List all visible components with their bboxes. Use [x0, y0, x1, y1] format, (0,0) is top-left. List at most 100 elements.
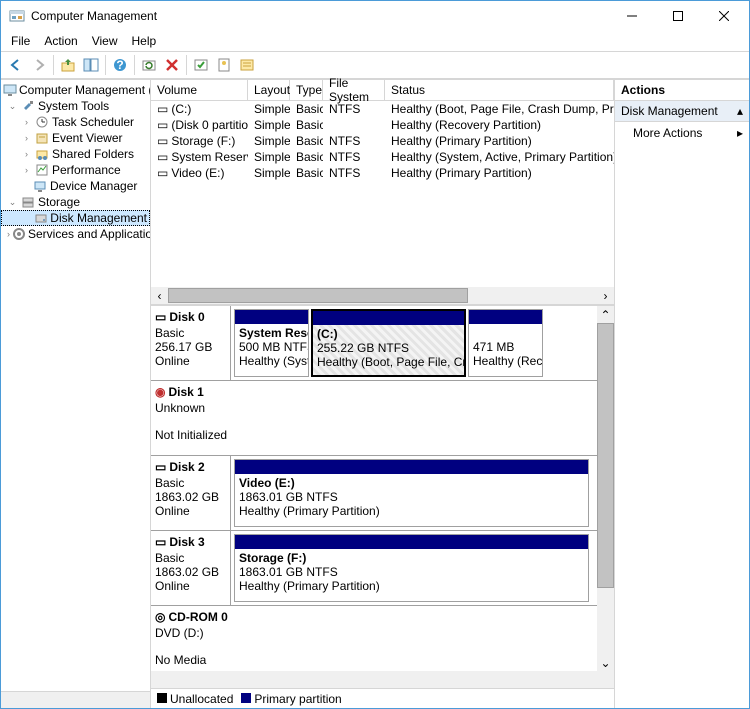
- services-icon: [12, 226, 26, 242]
- legend-primary-swatch: [241, 693, 251, 703]
- volume-row[interactable]: ▭Storage (F:) Simple Basic NTFS Healthy …: [151, 133, 614, 149]
- settings-button[interactable]: [190, 54, 212, 76]
- titlebar: Computer Management: [1, 1, 749, 31]
- disk-icon: ▭: [155, 310, 166, 324]
- volume-icon: ▭: [157, 102, 168, 116]
- tree-event-label: Event Viewer: [52, 131, 122, 145]
- delete-button[interactable]: [161, 54, 183, 76]
- partition[interactable]: Video (E:) 1863.01 GB NTFS Healthy (Prim…: [234, 459, 589, 527]
- disk-graphical-view: ▭Disk 0 Basic 256.17 GB Online System Re…: [151, 304, 614, 688]
- volume-icon: ▭: [157, 134, 168, 148]
- tree-storage-label: Storage: [38, 195, 80, 209]
- storage-icon: [20, 194, 36, 210]
- window-title: Computer Management: [31, 9, 609, 23]
- tree-diskmgmt[interactable]: Disk Management: [1, 210, 150, 226]
- expand-icon[interactable]: ›: [21, 133, 32, 144]
- tree-systools-label: System Tools: [38, 99, 109, 113]
- tree-perf[interactable]: › Performance: [1, 162, 150, 178]
- volume-row[interactable]: ▭System Reserved Simple Basic NTFS Healt…: [151, 149, 614, 165]
- svg-text:?: ?: [116, 58, 123, 72]
- tree-event[interactable]: › Event Viewer: [1, 130, 150, 146]
- tree-storage[interactable]: ⌄ Storage: [1, 194, 150, 210]
- menu-help[interactable]: Help: [126, 32, 163, 50]
- disk-corner: [151, 671, 614, 688]
- tree-hscrollbar[interactable]: [1, 691, 150, 708]
- col-status[interactable]: Status: [385, 80, 614, 100]
- partition[interactable]: 471 MB Healthy (Recove: [468, 309, 543, 377]
- actions-section[interactable]: Disk Management ▴: [615, 101, 749, 122]
- partition[interactable]: System Reserv 500 MB NTFS Healthy (Syste…: [234, 309, 309, 377]
- legend-unalloc-swatch: [157, 693, 167, 703]
- expand-icon[interactable]: ›: [21, 165, 32, 176]
- tree-services-label: Services and Applications: [28, 227, 151, 241]
- close-button[interactable]: [701, 1, 747, 31]
- center-panel: Volume Layout Type File System Status ▭(…: [151, 80, 615, 708]
- menu-view[interactable]: View: [86, 32, 124, 50]
- col-volume[interactable]: Volume: [151, 80, 248, 100]
- disk-row[interactable]: ◎CD-ROM 0 DVD (D:) No Media: [151, 606, 597, 671]
- legend: Unallocated Primary partition: [151, 688, 614, 708]
- volume-header: Volume Layout Type File System Status: [151, 80, 614, 101]
- disk-icon: [33, 210, 48, 226]
- partition-selected[interactable]: (C:) 255.22 GB NTFS Healthy (Boot, Page …: [311, 309, 466, 377]
- perf-icon: [34, 162, 50, 178]
- disk-row[interactable]: ◉Disk 1 Unknown Not Initialized: [151, 381, 597, 456]
- partition[interactable]: Storage (F:) 1863.01 GB NTFS Healthy (Pr…: [234, 534, 589, 602]
- disk-info: ◎CD-ROM 0 DVD (D:) No Media: [151, 606, 597, 671]
- refresh-button[interactable]: [138, 54, 160, 76]
- minimize-button[interactable]: [609, 1, 655, 31]
- volume-row[interactable]: ▭(Disk 0 partition 3) Simple Basic Healt…: [151, 117, 614, 133]
- disk-icon: ▭: [155, 460, 166, 474]
- forward-button[interactable]: [28, 54, 50, 76]
- col-layout[interactable]: Layout: [248, 80, 290, 100]
- menu-file[interactable]: File: [5, 32, 36, 50]
- volume-row[interactable]: ▭(C:) Simple Basic NTFS Healthy (Boot, P…: [151, 101, 614, 117]
- tree-services[interactable]: › Services and Applications: [1, 226, 150, 242]
- volume-row[interactable]: ▭Video (E:) Simple Basic NTFS Healthy (P…: [151, 165, 614, 181]
- app-icon: [9, 8, 25, 24]
- disk-vscrollbar[interactable]: ⌃ ⌄: [597, 306, 614, 671]
- maximize-button[interactable]: [655, 1, 701, 31]
- clock-icon: [34, 114, 50, 130]
- actions-more[interactable]: More Actions ▸: [615, 122, 749, 144]
- tree-shared-label: Shared Folders: [52, 147, 134, 161]
- expand-icon[interactable]: ›: [21, 149, 32, 160]
- collapse-icon[interactable]: ⌄: [7, 197, 18, 208]
- tree-systools[interactable]: ⌄ System Tools: [1, 98, 150, 114]
- scroll-left-icon[interactable]: ‹: [151, 287, 168, 304]
- disk-warning-icon: ◉: [155, 385, 165, 399]
- tree-device[interactable]: Device Manager: [1, 178, 150, 194]
- collapse-icon[interactable]: ⌄: [7, 101, 18, 112]
- tree-diskmgmt-label: Disk Management: [50, 211, 147, 225]
- disk-info: ▭Disk 3 Basic 1863.02 GB Online: [151, 531, 231, 605]
- chevron-right-icon: ▸: [737, 126, 743, 140]
- volume-icon: ▭: [157, 118, 168, 132]
- scroll-down-icon[interactable]: ⌄: [597, 654, 614, 671]
- volume-hscrollbar[interactable]: ‹ ›: [151, 287, 614, 304]
- tree-root-label: Computer Management (Local: [19, 83, 151, 97]
- disk-info: ▭Disk 2 Basic 1863.02 GB Online: [151, 456, 231, 530]
- disk-row[interactable]: ▭Disk 2 Basic 1863.02 GB Online Video (E…: [151, 456, 597, 531]
- tree-shared[interactable]: › Shared Folders: [1, 146, 150, 162]
- disk-row[interactable]: ▭Disk 3 Basic 1863.02 GB Online Storage …: [151, 531, 597, 606]
- disk-row[interactable]: ▭Disk 0 Basic 256.17 GB Online System Re…: [151, 306, 597, 381]
- device-icon: [32, 178, 48, 194]
- computer-icon: [3, 82, 17, 98]
- tree-task[interactable]: › Task Scheduler: [1, 114, 150, 130]
- show-hide-tree-button[interactable]: [80, 54, 102, 76]
- up-button[interactable]: [57, 54, 79, 76]
- scroll-up-icon[interactable]: ⌃: [597, 306, 614, 323]
- expand-icon[interactable]: ›: [7, 229, 10, 240]
- scroll-right-icon[interactable]: ›: [597, 287, 614, 304]
- col-type[interactable]: Type: [290, 80, 323, 100]
- col-fs[interactable]: File System: [323, 80, 385, 100]
- back-button[interactable]: [5, 54, 27, 76]
- help-button[interactable]: ?: [109, 54, 131, 76]
- list-button[interactable]: [236, 54, 258, 76]
- tree-root[interactable]: Computer Management (Local: [1, 82, 150, 98]
- properties-button[interactable]: [213, 54, 235, 76]
- menu-action[interactable]: Action: [38, 32, 83, 50]
- disk-info: ▭Disk 0 Basic 256.17 GB Online: [151, 306, 231, 380]
- expand-icon[interactable]: ›: [21, 117, 32, 128]
- tree-task-label: Task Scheduler: [52, 115, 134, 129]
